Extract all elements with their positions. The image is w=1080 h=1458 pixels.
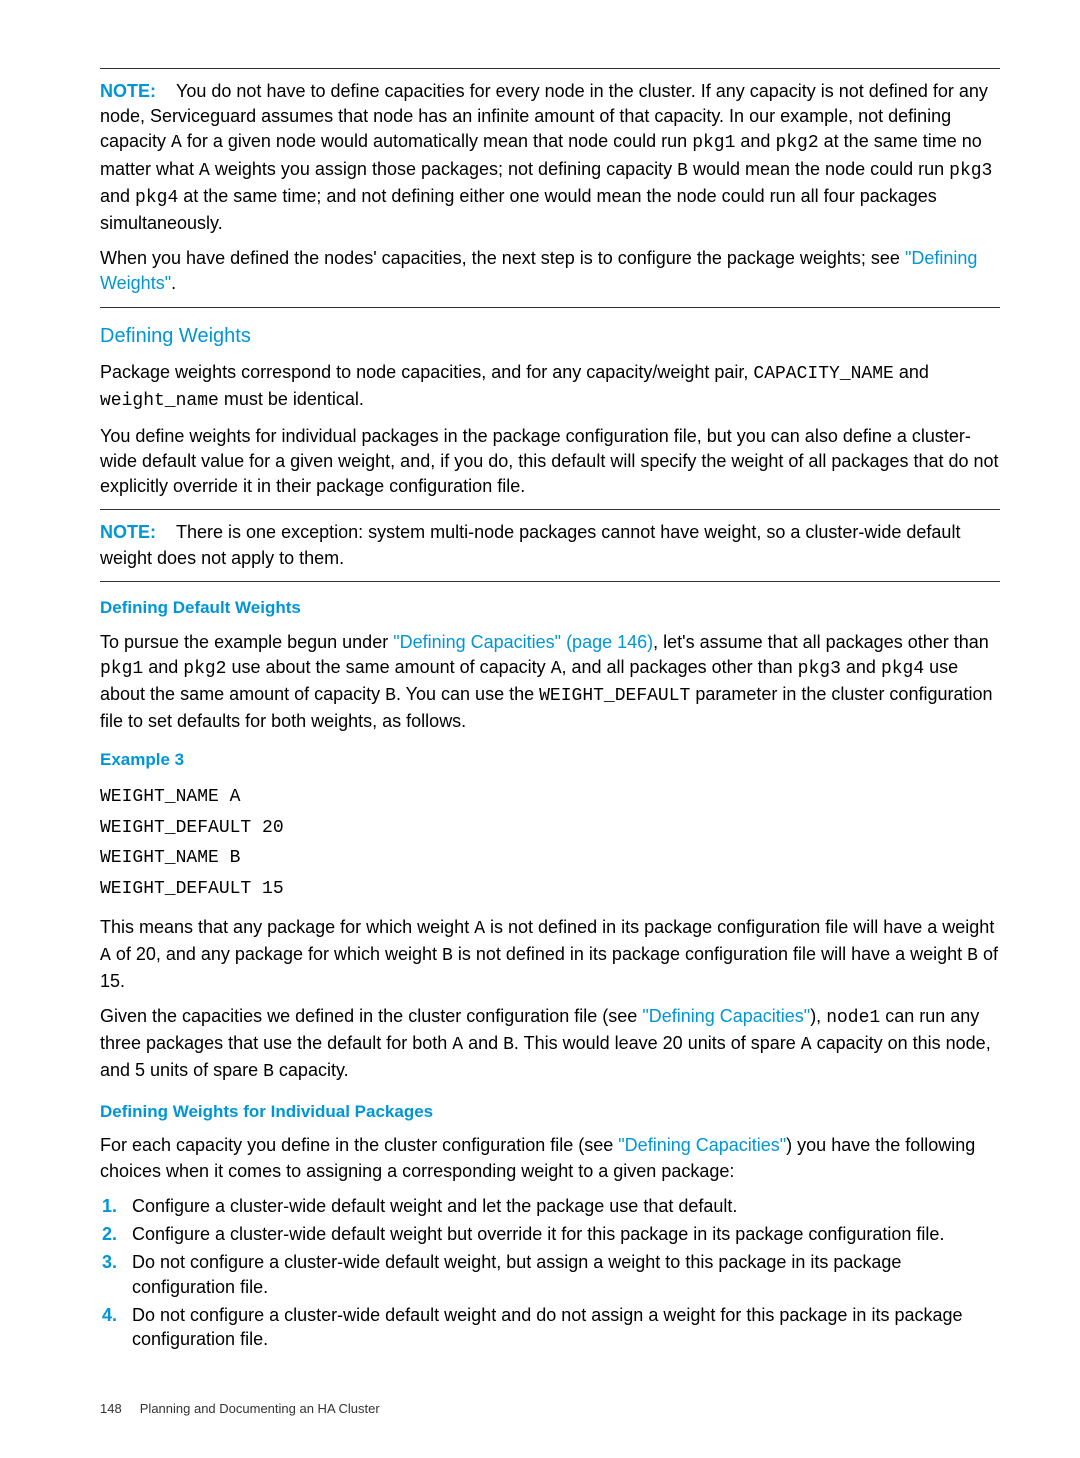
ae-p1a: This means that any package for which we… bbox=[100, 917, 474, 937]
ae-p1b: is not defined in its package configurat… bbox=[485, 917, 994, 937]
code-capacity-name: CAPACITY_NAME bbox=[753, 364, 893, 384]
heading-defining-weights-individual: Defining Weights for Individual Packages bbox=[100, 1100, 1000, 1124]
code-line-4: WEIGHT_DEFAULT 15 bbox=[100, 874, 1000, 905]
code-B: B bbox=[442, 946, 453, 966]
code-A: A bbox=[452, 1035, 463, 1055]
note1-p2a: When you have defined the nodes' capacit… bbox=[100, 248, 905, 268]
code-A: A bbox=[100, 946, 111, 966]
code-B: B bbox=[263, 1062, 274, 1082]
heading-defining-default-weights: Defining Default Weights bbox=[100, 596, 1000, 620]
horizontal-rule bbox=[100, 307, 1000, 308]
code-line-2: WEIGHT_DEFAULT 20 bbox=[100, 813, 1000, 844]
note-paragraph-2: When you have defined the nodes' capacit… bbox=[100, 246, 1000, 296]
list-number: 4. bbox=[100, 1303, 132, 1352]
code-A2: A bbox=[199, 161, 210, 181]
link-defining-capacities-page146[interactable]: "Defining Capacities" (page 146) bbox=[393, 632, 653, 652]
ae-and: and bbox=[463, 1033, 503, 1053]
sub1-and1: and bbox=[143, 657, 183, 677]
ordered-list: 1. Configure a cluster-wide default weig… bbox=[100, 1194, 1000, 1352]
sub2-p1a: For each capacity you define in the clus… bbox=[100, 1135, 618, 1155]
code-A: A bbox=[551, 659, 562, 679]
code-B: B bbox=[967, 946, 978, 966]
link-defining-capacities[interactable]: "Defining Capacities" bbox=[618, 1135, 786, 1155]
code-weight-default: WEIGHT_DEFAULT bbox=[539, 686, 690, 706]
code-line-3: WEIGHT_NAME B bbox=[100, 843, 1000, 874]
ae-p1c: of 20, and any package for which weight bbox=[111, 944, 442, 964]
sub1-p1a: To pursue the example begun under bbox=[100, 632, 393, 652]
list-number: 3. bbox=[100, 1250, 132, 1299]
chapter-title: Planning and Documenting an HA Cluster bbox=[140, 1401, 380, 1416]
ae-p2a: Given the capacities we defined in the c… bbox=[100, 1006, 642, 1026]
code-A: A bbox=[171, 133, 182, 153]
page-footer: 148 Planning and Documenting an HA Clust… bbox=[100, 1400, 1000, 1418]
list-text: Configure a cluster-wide default weight … bbox=[132, 1194, 1000, 1218]
code-B: B bbox=[385, 686, 396, 706]
sub1-p1c: use about the same amount of capacity bbox=[226, 657, 550, 677]
list-text: Do not configure a cluster-wide default … bbox=[132, 1303, 1000, 1352]
s1-p1a: Package weights correspond to node capac… bbox=[100, 362, 753, 382]
note1-text-d: weights you assign those packages; not d… bbox=[210, 159, 677, 179]
note2-text: There is one exception: system multi-nod… bbox=[100, 522, 960, 567]
code-pkg4: pkg4 bbox=[881, 659, 924, 679]
ae-p2b: ), bbox=[810, 1006, 826, 1026]
sub1-p1d: , and all packages other than bbox=[562, 657, 798, 677]
note-paragraph-1: NOTE: You do not have to define capaciti… bbox=[100, 79, 1000, 236]
sub1-p1b: , let's assume that all packages other t… bbox=[653, 632, 989, 652]
code-pkg4: pkg4 bbox=[135, 188, 178, 208]
ae-p2f: capacity. bbox=[274, 1060, 349, 1080]
ae-p2d: . This would leave 20 units of spare bbox=[514, 1033, 801, 1053]
list-item: 1. Configure a cluster-wide default weig… bbox=[100, 1194, 1000, 1218]
code-A: A bbox=[474, 919, 485, 939]
code-block-example3: WEIGHT_NAME A WEIGHT_DEFAULT 20 WEIGHT_N… bbox=[100, 782, 1000, 904]
code-A: A bbox=[801, 1035, 812, 1055]
list-item: 4. Do not configure a cluster-wide defau… bbox=[100, 1303, 1000, 1352]
code-B: B bbox=[503, 1035, 514, 1055]
note1-text-f: at the same time; and not defining eithe… bbox=[100, 186, 937, 233]
sub2-para1: For each capacity you define in the clus… bbox=[100, 1133, 1000, 1183]
sub1-para1: To pursue the example begun under "Defin… bbox=[100, 630, 1000, 735]
list-text: Configure a cluster-wide default weight … bbox=[132, 1222, 1000, 1246]
code-line-1: WEIGHT_NAME A bbox=[100, 782, 1000, 813]
code-pkg2: pkg2 bbox=[183, 659, 226, 679]
code-B: B bbox=[677, 161, 688, 181]
note-label: NOTE: bbox=[100, 522, 156, 542]
note1-p2b: . bbox=[171, 273, 176, 293]
list-item: 2. Configure a cluster-wide default weig… bbox=[100, 1222, 1000, 1246]
code-pkg1: pkg1 bbox=[692, 133, 735, 153]
code-pkg2: pkg2 bbox=[775, 133, 818, 153]
section1-para2: You define weights for individual packag… bbox=[100, 424, 1000, 500]
horizontal-rule bbox=[100, 509, 1000, 510]
horizontal-rule bbox=[100, 68, 1000, 69]
link-defining-capacities[interactable]: "Defining Capacities" bbox=[642, 1006, 810, 1026]
list-text: Do not configure a cluster-wide default … bbox=[132, 1250, 1000, 1299]
sub1-p1f: . You can use the bbox=[396, 684, 539, 704]
note-label: NOTE: bbox=[100, 81, 156, 101]
code-pkg3: pkg3 bbox=[798, 659, 841, 679]
list-number: 2. bbox=[100, 1222, 132, 1246]
code-pkg1: pkg1 bbox=[100, 659, 143, 679]
s1-and: and bbox=[894, 362, 929, 382]
sub1-and2: and bbox=[841, 657, 881, 677]
ae-p1d: is not defined in its package configurat… bbox=[453, 944, 967, 964]
code-weight-name: weight_name bbox=[100, 391, 219, 411]
horizontal-rule bbox=[100, 581, 1000, 582]
note2-paragraph: NOTE: There is one exception: system mul… bbox=[100, 520, 1000, 570]
note1-and2: and bbox=[100, 186, 135, 206]
after-example-para2: Given the capacities we defined in the c… bbox=[100, 1004, 1000, 1086]
example-label: Example 3 bbox=[100, 748, 1000, 772]
section1-para1: Package weights correspond to node capac… bbox=[100, 360, 1000, 414]
code-pkg3: pkg3 bbox=[949, 161, 992, 181]
heading-defining-weights: Defining Weights bbox=[100, 322, 1000, 350]
s1-p1b: must be identical. bbox=[219, 389, 364, 409]
note1-text-b: for a given node would automatically mea… bbox=[182, 131, 692, 151]
note1-and1: and bbox=[735, 131, 775, 151]
after-example-para1: This means that any package for which we… bbox=[100, 915, 1000, 995]
list-item: 3. Do not configure a cluster-wide defau… bbox=[100, 1250, 1000, 1299]
note1-text-e: would mean the node could run bbox=[688, 159, 949, 179]
code-node1: node1 bbox=[826, 1008, 880, 1028]
list-number: 1. bbox=[100, 1194, 132, 1218]
page-number: 148 bbox=[100, 1401, 122, 1416]
